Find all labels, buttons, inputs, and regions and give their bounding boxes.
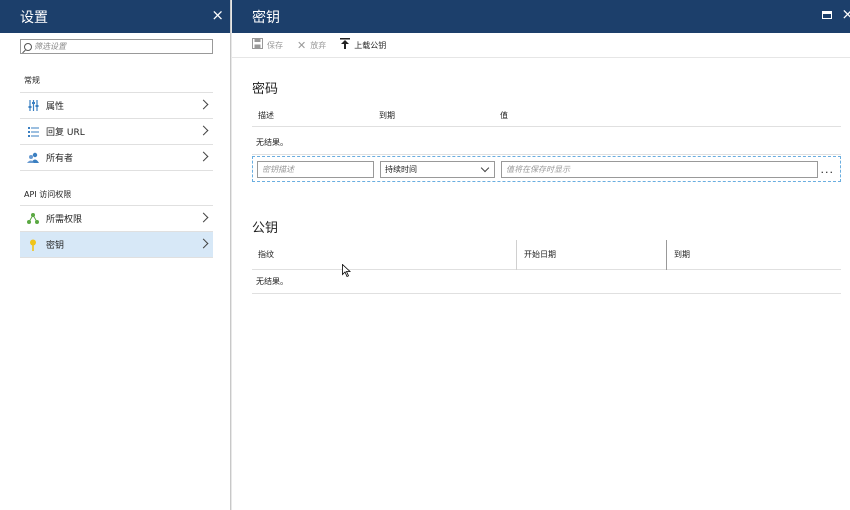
nav-item-keys[interactable]: 密钥 (20, 232, 213, 258)
settings-title: 设置 (20, 9, 48, 26)
column-header: 开始日期 (524, 250, 556, 259)
select-value: 持续时间 (385, 165, 417, 174)
nav-item-label: 所需权限 (46, 215, 83, 225)
public-keys-no-result: 无结果。 (252, 270, 841, 294)
passwords-no-result: 无结果。 (252, 131, 841, 155)
column-header: 值 (500, 111, 508, 120)
section-api-access: API 访问权限 (24, 190, 72, 199)
chevron-right-icon (198, 238, 209, 249)
column-header: 到期 (379, 111, 395, 120)
close-icon[interactable]: × (841, 5, 850, 23)
keys-panel: 密钥 × 保存 ✕ 放弃 上载公钥 密码 描述 到期 值 无结果。 密钥描述 持… (232, 0, 850, 510)
discard-label: 放弃 (310, 40, 327, 50)
nav-item-label: 属性 (46, 102, 65, 112)
passwords-table: 描述 到期 值 无结果。 (252, 105, 841, 155)
nav-item-label: 所有者 (46, 154, 74, 164)
key-description-input[interactable]: 密钥描述 (257, 161, 374, 178)
passwords-table-header: 描述 到期 值 (252, 105, 841, 127)
upload-public-key-button[interactable]: 上载公钥 (340, 38, 386, 52)
nav-item-reply-urls[interactable]: 回复 URL (20, 119, 213, 145)
toolbar: 保存 ✕ 放弃 上载公钥 (232, 33, 850, 58)
chevron-right-icon (198, 212, 209, 223)
api-nav: 所需权限 密钥 (20, 205, 213, 258)
general-nav: 属性 回复 URL 所有者 (20, 92, 213, 171)
chevron-right-icon (198, 125, 209, 136)
passwords-title: 密码 (252, 82, 279, 97)
close-icon[interactable]: × (211, 6, 224, 24)
nav-item-required-permissions[interactable]: 所需权限 (20, 206, 213, 232)
more-options-icon[interactable]: ... (821, 163, 835, 176)
input-placeholder: 值将在保存时显示 (506, 165, 570, 174)
search-placeholder: 筛选设置 (34, 42, 66, 51)
nav-item-label: 回复 URL (46, 128, 85, 138)
public-keys-title: 公钥 (252, 221, 279, 236)
save-icon (252, 38, 263, 52)
duration-select[interactable]: 持续时间 (380, 161, 495, 178)
permissions-icon (27, 213, 39, 225)
discard-icon: ✕ (297, 38, 307, 52)
save-button[interactable]: 保存 (252, 38, 283, 52)
nav-item-label: 密钥 (46, 241, 65, 251)
discard-button[interactable]: ✕ 放弃 (297, 39, 326, 52)
value-input[interactable]: 值将在保存时显示 (501, 161, 818, 178)
public-keys-table: 指纹 开始日期 到期 无结果。 (252, 240, 841, 294)
column-divider[interactable] (666, 240, 667, 270)
upload-label: 上载公钥 (354, 40, 387, 50)
owners-icon (27, 152, 39, 164)
nav-item-properties[interactable]: 属性 (20, 93, 213, 119)
section-general: 常规 (24, 76, 40, 85)
settings-header: 设置 × (0, 0, 230, 33)
keys-title: 密钥 (252, 9, 280, 26)
settings-panel: 设置 × 筛选设置 常规 属性 回复 URL 所有者 API 访问权限 所需权限… (0, 0, 231, 510)
column-header: 到期 (674, 250, 690, 259)
maximize-icon[interactable] (822, 11, 832, 19)
column-divider[interactable] (516, 240, 517, 270)
input-placeholder: 密钥描述 (262, 165, 294, 174)
public-keys-table-header: 指纹 开始日期 到期 (252, 240, 841, 270)
nav-item-owners[interactable]: 所有者 (20, 145, 213, 171)
search-input[interactable]: 筛选设置 (20, 39, 213, 54)
mouse-cursor-icon (342, 264, 351, 277)
column-header: 描述 (258, 111, 274, 120)
save-label: 保存 (267, 40, 283, 50)
properties-icon (27, 100, 39, 112)
search-icon (24, 42, 32, 51)
keys-header: 密钥 × (232, 0, 850, 33)
chevron-right-icon (198, 99, 209, 110)
column-header: 指纹 (258, 250, 274, 259)
chevron-down-icon (480, 163, 490, 173)
chevron-right-icon (198, 151, 209, 162)
list-icon (27, 126, 39, 138)
key-icon (27, 239, 39, 251)
upload-icon (340, 38, 351, 52)
new-password-row: 密钥描述 持续时间 值将在保存时显示 ... (252, 156, 841, 182)
